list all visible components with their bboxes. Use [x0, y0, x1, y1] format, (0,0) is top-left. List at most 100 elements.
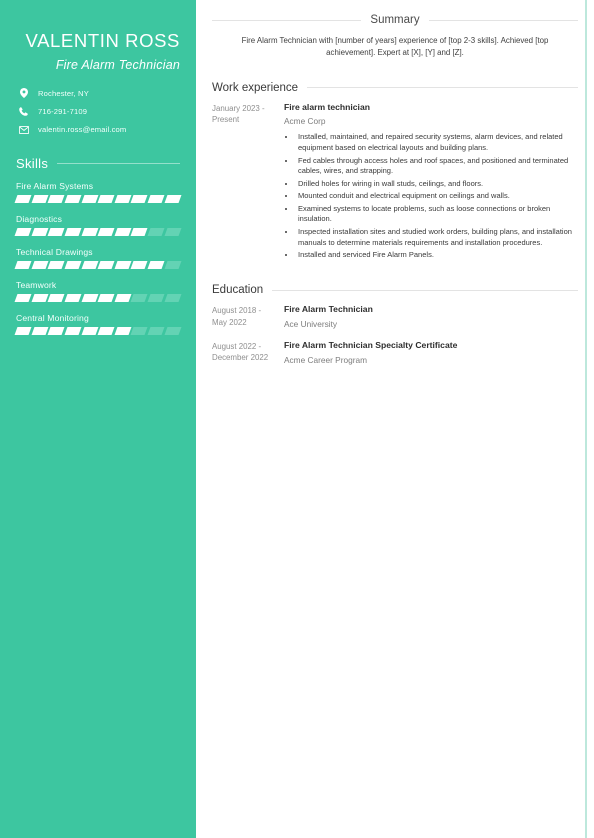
skill-item: Fire Alarm Systems [14, 181, 182, 204]
skill-level-bar [14, 294, 182, 303]
skill-segment [81, 261, 99, 270]
work-experience-section: Work experience January 2023 - Present Fi… [212, 82, 578, 263]
skill-segment [114, 261, 132, 270]
work-bullet: Mounted conduit and electrical equipment… [296, 191, 578, 202]
education-entry: August 2018 - May 2022 Fire Alarm Technic… [212, 304, 578, 330]
work-entry-role: Fire alarm technician [284, 101, 370, 112]
education-entry-date: August 2022 - December 2022 [212, 342, 269, 363]
education-entry: August 2022 - December 2022 Fire Alarm Te… [212, 340, 578, 366]
phone-icon [16, 107, 31, 117]
summary-heading: Summary [212, 14, 579, 26]
contact-location: Rochester, NY [16, 88, 180, 99]
summary-text: Fire Alarm Technician with [number of ye… [241, 36, 549, 58]
skill-segment [81, 195, 99, 204]
skill-segment [164, 228, 182, 237]
skill-level-bar [14, 261, 182, 270]
skill-segment [97, 228, 115, 237]
contact-phone: 716-291-7109 [16, 107, 180, 116]
skill-segment [97, 327, 115, 336]
skill-segment [47, 228, 65, 237]
skill-segment [97, 261, 115, 270]
skill-segment [64, 228, 82, 237]
work-bullet: Installed, maintained, and repaired secu… [296, 132, 578, 154]
location-pin-icon [16, 88, 31, 99]
work-bullet: Drilled holes for wiring in wall studs, … [296, 179, 578, 190]
contact-location-text: Rochester, NY [38, 88, 89, 98]
skill-segment [14, 261, 32, 270]
skill-segment [14, 228, 32, 237]
skill-segment [14, 327, 32, 336]
candidate-name: VALENTIN ROSS [25, 30, 180, 51]
skill-segment [31, 294, 49, 303]
skill-segment [97, 195, 115, 204]
skill-segment [147, 261, 165, 270]
skill-name: Teamwork [16, 280, 57, 291]
skill-segment [131, 261, 149, 270]
skill-item: Technical Drawings [14, 247, 182, 270]
skill-segment [164, 294, 182, 303]
skill-segment [47, 195, 65, 204]
summary-rule-right [428, 19, 579, 21]
skill-segment [64, 261, 82, 270]
skill-segment [47, 261, 65, 270]
skill-segment [81, 327, 99, 336]
education-entry-degree: Fire Alarm Technician Specialty Certific… [284, 340, 458, 351]
skill-name: Technical Drawings [16, 247, 93, 258]
education-entry-school: Acme Career Program [284, 354, 367, 365]
work-bullet: Inspected installation sites and studied… [296, 227, 578, 249]
summary-rule-left [212, 19, 362, 21]
skill-segment [114, 294, 132, 303]
education-heading: Education [212, 284, 578, 296]
envelope-icon [16, 125, 31, 134]
work-bullet: Fed cables through access holes and roof… [296, 156, 578, 178]
education-entry-body: Fire Alarm Technician Specialty Certific… [278, 340, 578, 366]
skill-item: Central Monitoring [14, 313, 182, 336]
skill-segment [131, 327, 149, 336]
work-entries: January 2023 - Present Fire alarm technic… [212, 102, 578, 263]
education-section: Education August 2018 - May 2022 Fire Ala… [212, 284, 578, 366]
main-content: Summary Fire Alarm Technician with [numb… [196, 0, 594, 838]
skill-segment [47, 294, 65, 303]
skill-segment [131, 294, 149, 303]
summary-heading-text: Summary [370, 14, 420, 26]
work-entry-org: Acme Corp [284, 116, 326, 127]
skill-segment [114, 195, 132, 204]
skill-segment [64, 195, 82, 204]
skill-level-bar [14, 228, 182, 237]
skill-segment [31, 228, 49, 237]
skill-segment [114, 327, 132, 336]
page-edge-line [585, 0, 587, 838]
skill-segment [47, 327, 65, 336]
skill-segment [81, 228, 99, 237]
work-bullet: Installed and serviced Fire Alarm Panels… [296, 250, 578, 261]
skill-name: Diagnostics [16, 214, 63, 225]
skill-level-bar [14, 327, 182, 336]
skill-segment [131, 228, 149, 237]
skill-segment [147, 294, 165, 303]
skill-segment [31, 327, 49, 336]
skill-item: Teamwork [14, 280, 182, 303]
skill-segment [147, 228, 165, 237]
skill-name: Fire Alarm Systems [16, 181, 94, 192]
skills-heading-text: Skills [16, 156, 49, 172]
skills-heading: Skills [16, 156, 180, 171]
skills-heading-rule [57, 163, 180, 165]
resume-page: VALENTIN ROSS Fire Alarm Technician Roch… [0, 0, 594, 838]
skill-segment [81, 294, 99, 303]
skill-item: Diagnostics [14, 214, 182, 237]
work-experience-heading-text: Work experience [212, 81, 299, 94]
skill-segment [31, 261, 49, 270]
skill-segment [97, 294, 115, 303]
skill-name: Central Monitoring [16, 313, 89, 324]
skill-segment [31, 195, 49, 204]
skills-list: Fire Alarm Systems Diagnostics Technical D… [14, 181, 182, 336]
work-experience-heading: Work experience [212, 82, 578, 94]
contact-email-text: valentin.ross@email.com [38, 125, 127, 135]
contact-list: Rochester, NY 716-291-7109 valentin.ross… [16, 88, 180, 134]
work-experience-rule [307, 87, 578, 88]
education-rule [272, 289, 578, 291]
education-entry-date: August 2018 - May 2022 [212, 306, 262, 327]
contact-phone-text: 716-291-7109 [38, 107, 88, 117]
skill-segment [147, 195, 165, 204]
skill-level-bar [14, 195, 182, 204]
